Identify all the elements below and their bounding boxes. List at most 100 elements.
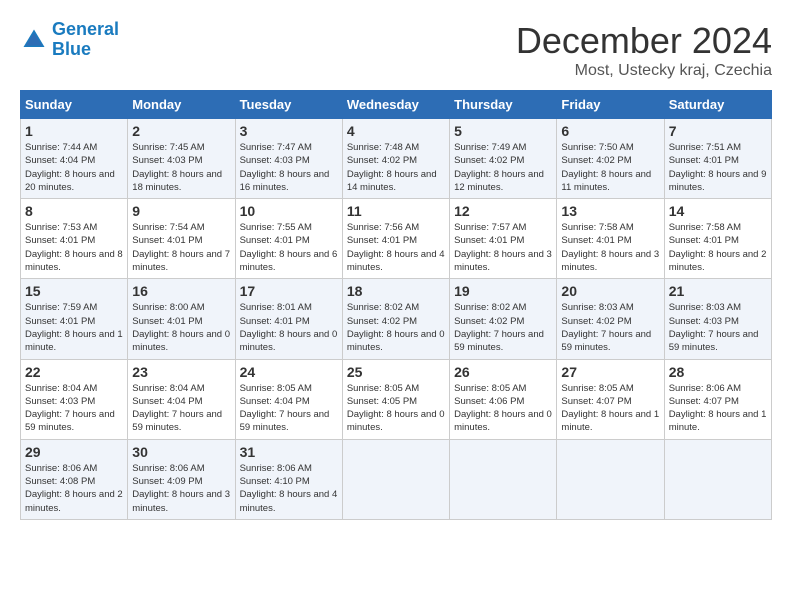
- day-info: Sunrise: 8:06 AM Sunset: 4:08 PM Dayligh…: [25, 462, 123, 515]
- day-number: 12: [454, 203, 552, 219]
- sunset-label: Sunset: 4:01 PM: [240, 316, 310, 327]
- day-number: 7: [669, 123, 767, 139]
- sunset-label: Sunset: 4:01 PM: [132, 235, 202, 246]
- sunset-label: Sunset: 4:02 PM: [347, 316, 417, 327]
- sunrise-label: Sunrise: 7:54 AM: [132, 222, 204, 233]
- col-friday: Friday: [557, 91, 664, 119]
- daylight-label: Daylight: 8 hours and 2 minutes.: [25, 489, 123, 513]
- day-number: 13: [561, 203, 659, 219]
- day-info: Sunrise: 7:53 AM Sunset: 4:01 PM Dayligh…: [25, 221, 123, 274]
- day-info: Sunrise: 8:02 AM Sunset: 4:02 PM Dayligh…: [347, 301, 445, 354]
- sunset-label: Sunset: 4:01 PM: [669, 155, 739, 166]
- day-info: Sunrise: 7:56 AM Sunset: 4:01 PM Dayligh…: [347, 221, 445, 274]
- location: Most, Ustecky kraj, Czechia: [516, 62, 772, 80]
- sunrise-label: Sunrise: 8:04 AM: [132, 383, 204, 394]
- day-number: 20: [561, 283, 659, 299]
- day-number: 28: [669, 364, 767, 380]
- day-number: 21: [669, 283, 767, 299]
- calendar-row: 8 Sunrise: 7:53 AM Sunset: 4:01 PM Dayli…: [21, 199, 772, 279]
- calendar-cell: 16 Sunrise: 8:00 AM Sunset: 4:01 PM Dayl…: [128, 279, 235, 359]
- calendar-cell: 21 Sunrise: 8:03 AM Sunset: 4:03 PM Dayl…: [664, 279, 771, 359]
- sunrise-label: Sunrise: 7:53 AM: [25, 222, 97, 233]
- day-info: Sunrise: 8:01 AM Sunset: 4:01 PM Dayligh…: [240, 301, 338, 354]
- day-number: 6: [561, 123, 659, 139]
- day-info: Sunrise: 7:55 AM Sunset: 4:01 PM Dayligh…: [240, 221, 338, 274]
- sunset-label: Sunset: 4:03 PM: [132, 155, 202, 166]
- calendar-cell: 31 Sunrise: 8:06 AM Sunset: 4:10 PM Dayl…: [235, 439, 342, 519]
- calendar-cell: 20 Sunrise: 8:03 AM Sunset: 4:02 PM Dayl…: [557, 279, 664, 359]
- day-number: 27: [561, 364, 659, 380]
- sunset-label: Sunset: 4:03 PM: [25, 396, 95, 407]
- calendar-cell: 12 Sunrise: 7:57 AM Sunset: 4:01 PM Dayl…: [450, 199, 557, 279]
- day-number: 26: [454, 364, 552, 380]
- month-title: December 2024: [516, 20, 772, 62]
- daylight-label: Daylight: 8 hours and 2 minutes.: [669, 249, 767, 273]
- sunset-label: Sunset: 4:02 PM: [454, 316, 524, 327]
- day-number: 11: [347, 203, 445, 219]
- calendar-cell: 29 Sunrise: 8:06 AM Sunset: 4:08 PM Dayl…: [21, 439, 128, 519]
- sunrise-label: Sunrise: 8:04 AM: [25, 383, 97, 394]
- daylight-label: Daylight: 8 hours and 4 minutes.: [347, 249, 445, 273]
- col-monday: Monday: [128, 91, 235, 119]
- logo-icon: [20, 26, 48, 54]
- col-tuesday: Tuesday: [235, 91, 342, 119]
- sunset-label: Sunset: 4:01 PM: [25, 316, 95, 327]
- page-header: General Blue December 2024 Most, Ustecky…: [20, 20, 772, 80]
- sunrise-label: Sunrise: 8:05 AM: [561, 383, 633, 394]
- sunrise-label: Sunrise: 7:55 AM: [240, 222, 312, 233]
- sunset-label: Sunset: 4:01 PM: [240, 235, 310, 246]
- sunset-label: Sunset: 4:01 PM: [454, 235, 524, 246]
- calendar-cell: 18 Sunrise: 8:02 AM Sunset: 4:02 PM Dayl…: [342, 279, 449, 359]
- day-number: 22: [25, 364, 123, 380]
- sunrise-label: Sunrise: 8:06 AM: [25, 463, 97, 474]
- day-number: 5: [454, 123, 552, 139]
- logo-line1: General: [52, 19, 119, 39]
- sunrise-label: Sunrise: 8:06 AM: [132, 463, 204, 474]
- calendar-cell: 25 Sunrise: 8:05 AM Sunset: 4:05 PM Dayl…: [342, 359, 449, 439]
- daylight-label: Daylight: 8 hours and 1 minute.: [561, 409, 659, 433]
- daylight-label: Daylight: 7 hours and 59 minutes.: [454, 329, 544, 353]
- sunset-label: Sunset: 4:03 PM: [669, 316, 739, 327]
- calendar-cell: 24 Sunrise: 8:05 AM Sunset: 4:04 PM Dayl…: [235, 359, 342, 439]
- day-info: Sunrise: 8:03 AM Sunset: 4:02 PM Dayligh…: [561, 301, 659, 354]
- daylight-label: Daylight: 8 hours and 18 minutes.: [132, 169, 222, 193]
- day-info: Sunrise: 7:50 AM Sunset: 4:02 PM Dayligh…: [561, 141, 659, 194]
- sunset-label: Sunset: 4:07 PM: [561, 396, 631, 407]
- day-number: 4: [347, 123, 445, 139]
- daylight-label: Daylight: 8 hours and 7 minutes.: [132, 249, 230, 273]
- day-number: 15: [25, 283, 123, 299]
- day-number: 3: [240, 123, 338, 139]
- sunrise-label: Sunrise: 7:50 AM: [561, 142, 633, 153]
- sunset-label: Sunset: 4:01 PM: [347, 235, 417, 246]
- sunrise-label: Sunrise: 7:58 AM: [561, 222, 633, 233]
- sunset-label: Sunset: 4:06 PM: [454, 396, 524, 407]
- sunrise-label: Sunrise: 8:03 AM: [561, 302, 633, 313]
- calendar-row: 29 Sunrise: 8:06 AM Sunset: 4:08 PM Dayl…: [21, 439, 772, 519]
- day-info: Sunrise: 7:48 AM Sunset: 4:02 PM Dayligh…: [347, 141, 445, 194]
- calendar-cell: 3 Sunrise: 7:47 AM Sunset: 4:03 PM Dayli…: [235, 119, 342, 199]
- sunset-label: Sunset: 4:01 PM: [561, 235, 631, 246]
- calendar-cell: 15 Sunrise: 7:59 AM Sunset: 4:01 PM Dayl…: [21, 279, 128, 359]
- day-number: 10: [240, 203, 338, 219]
- daylight-label: Daylight: 8 hours and 3 minutes.: [132, 489, 230, 513]
- calendar-cell: 17 Sunrise: 8:01 AM Sunset: 4:01 PM Dayl…: [235, 279, 342, 359]
- daylight-label: Daylight: 7 hours and 59 minutes.: [561, 329, 651, 353]
- sunrise-label: Sunrise: 8:02 AM: [347, 302, 419, 313]
- day-info: Sunrise: 7:45 AM Sunset: 4:03 PM Dayligh…: [132, 141, 230, 194]
- day-info: Sunrise: 7:58 AM Sunset: 4:01 PM Dayligh…: [561, 221, 659, 274]
- sunrise-label: Sunrise: 7:58 AM: [669, 222, 741, 233]
- calendar-cell: 22 Sunrise: 8:04 AM Sunset: 4:03 PM Dayl…: [21, 359, 128, 439]
- daylight-label: Daylight: 8 hours and 3 minutes.: [561, 249, 659, 273]
- day-number: 19: [454, 283, 552, 299]
- sunrise-label: Sunrise: 8:02 AM: [454, 302, 526, 313]
- day-info: Sunrise: 7:51 AM Sunset: 4:01 PM Dayligh…: [669, 141, 767, 194]
- sunset-label: Sunset: 4:03 PM: [240, 155, 310, 166]
- daylight-label: Daylight: 7 hours and 59 minutes.: [25, 409, 115, 433]
- title-block: December 2024 Most, Ustecky kraj, Czechi…: [516, 20, 772, 80]
- day-number: 30: [132, 444, 230, 460]
- daylight-label: Daylight: 7 hours and 59 minutes.: [240, 409, 330, 433]
- sunset-label: Sunset: 4:02 PM: [561, 316, 631, 327]
- day-number: 23: [132, 364, 230, 380]
- daylight-label: Daylight: 8 hours and 14 minutes.: [347, 169, 437, 193]
- sunset-label: Sunset: 4:02 PM: [561, 155, 631, 166]
